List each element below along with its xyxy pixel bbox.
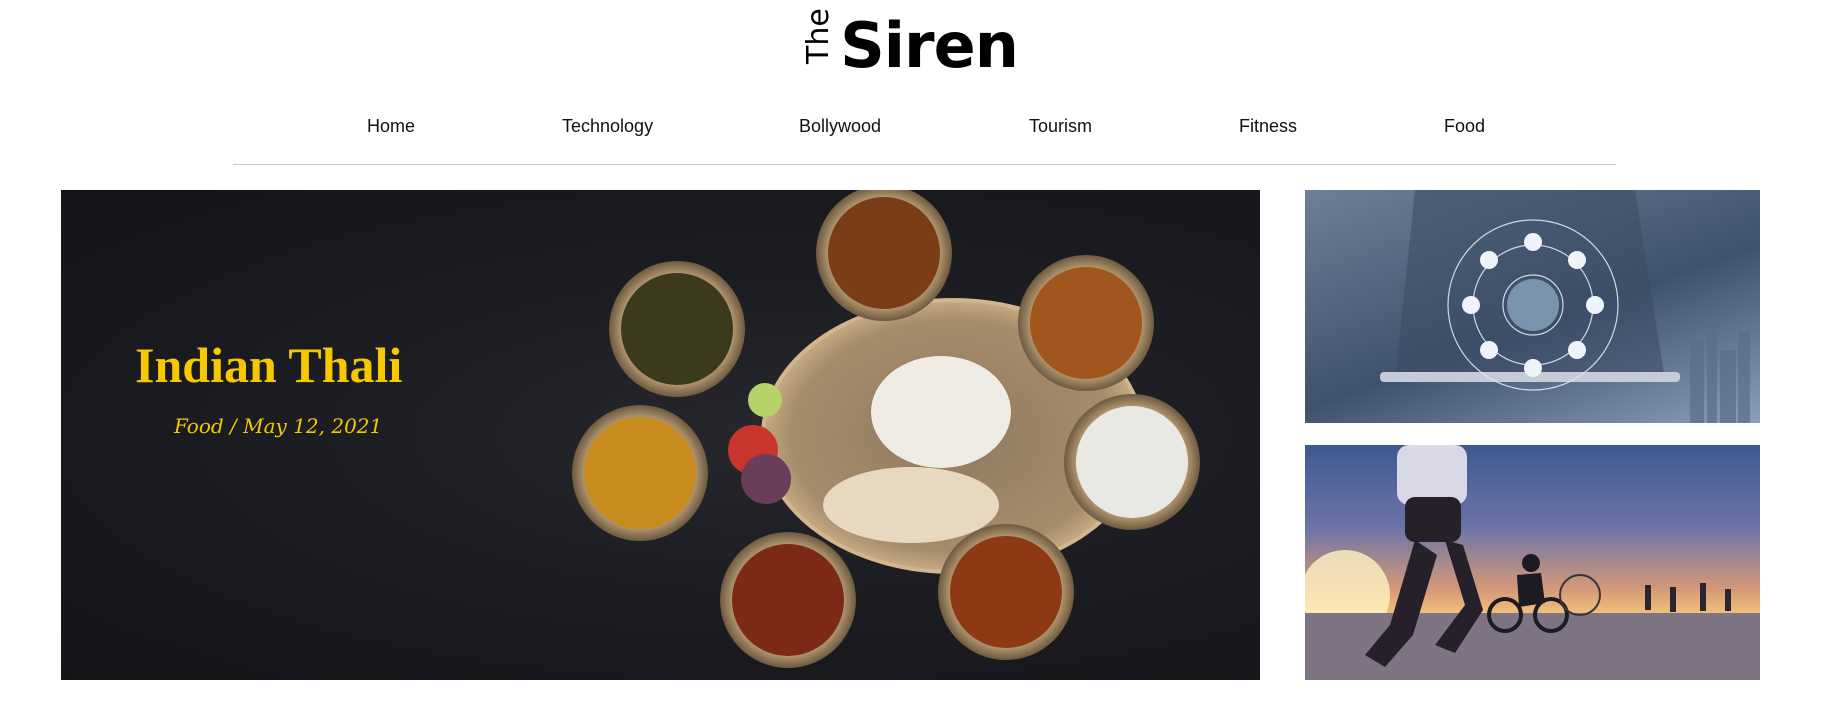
- site-logo[interactable]: The Siren: [0, 8, 1822, 82]
- hero-title[interactable]: Indian Thali: [135, 336, 402, 394]
- nav-item-fitness[interactable]: Fitness: [1239, 116, 1297, 137]
- logo-siren-text: Siren: [840, 9, 1019, 82]
- hero-meta: Food / May 12, 2021: [174, 414, 383, 438]
- nav-divider: [233, 164, 1616, 165]
- nav-item-home[interactable]: Home: [367, 116, 415, 137]
- side-article-fitness[interactable]: [1305, 445, 1760, 680]
- main-nav: Home Technology Bollywood Tourism Fitnes…: [0, 116, 1822, 146]
- logo-the-text: The: [801, 8, 837, 64]
- nav-item-bollywood[interactable]: Bollywood: [799, 116, 881, 137]
- nav-item-tourism[interactable]: Tourism: [1029, 116, 1092, 137]
- nav-item-technology[interactable]: Technology: [562, 116, 653, 137]
- fitness-running-image: [1305, 445, 1760, 680]
- side-article-technology[interactable]: [1305, 190, 1760, 423]
- nav-item-food[interactable]: Food: [1444, 116, 1485, 137]
- featured-article-hero[interactable]: Indian Thali Food / May 12, 2021: [61, 190, 1260, 680]
- technology-network-image: [1380, 190, 1750, 423]
